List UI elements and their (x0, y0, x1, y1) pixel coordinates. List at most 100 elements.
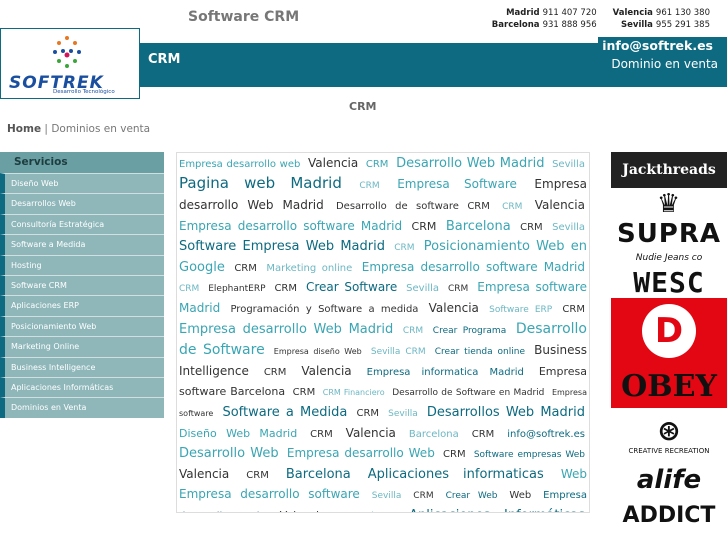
contact-phone: 955 291 385 (655, 20, 710, 30)
sidebar-item-erp[interactable]: Aplicaciones ERP (0, 295, 164, 316)
sidebar-item-desarrollos-web[interactable]: Desarrollos Web (0, 193, 164, 214)
tag-cloud-link[interactable]: CRM (246, 470, 269, 481)
ad-banner[interactable]: OBEY (611, 364, 727, 408)
tag-cloud-link[interactable]: Desarrollo Web Madrid (396, 156, 544, 171)
tag-cloud-link[interactable]: Desarrollo de software CRM (336, 201, 490, 212)
tag-cloud-link[interactable]: CRM (403, 326, 423, 336)
tag-cloud-link[interactable]: CRM (562, 304, 585, 315)
tag-cloud-link[interactable]: Sevilla (552, 159, 585, 170)
tag-cloud-link[interactable]: Desarrollos Web Madrid (427, 405, 585, 420)
domain-sale-link[interactable]: Dominio en venta (611, 57, 718, 71)
sidebar-item-diseno-web[interactable]: Diseño Web (0, 173, 164, 194)
breadcrumb-home[interactable]: Home (7, 123, 41, 135)
sidebar-item-posicionamiento[interactable]: Posicionamiento Web (0, 315, 164, 337)
crown-icon: ♛ (656, 189, 682, 219)
tag-cloud-link[interactable]: Diseño Web Madrid (179, 427, 297, 440)
tag-cloud-link[interactable]: Valencia (346, 426, 396, 440)
tag-cloud-link[interactable]: Barcelona (286, 467, 351, 482)
tag-cloud-link[interactable]: CRM (293, 387, 316, 398)
tag-cloud-link[interactable]: CRM (264, 367, 287, 378)
page: Software CRM Madrid 911 407 720 Valencia… (0, 0, 727, 545)
tag-cloud-link[interactable]: Marketing online (266, 263, 352, 274)
tag-cloud-link[interactable]: Programación y Software a medida (230, 304, 418, 315)
sidebar-item-dominios[interactable]: Dominios en Venta (0, 397, 164, 418)
tag-cloud-link[interactable]: CRM (179, 284, 199, 294)
tag-cloud-link[interactable]: Valencia (535, 198, 585, 212)
sidebar-item-consultoria[interactable]: Consultoría Estratégica (0, 213, 164, 235)
ad-banner[interactable]: ⊛ CREATIVE RECREATION (611, 408, 727, 460)
tag-cloud-link[interactable]: Sevilla (406, 283, 439, 294)
tag-cloud-link[interactable]: Valencia (308, 156, 358, 170)
tag-cloud-link[interactable]: info@softrek.es (507, 429, 585, 440)
tag-cloud-link[interactable]: Crear Software (306, 280, 397, 294)
tag-cloud-link[interactable]: CRM (356, 408, 379, 419)
tag-cloud-link[interactable]: CRM Financiero (323, 388, 385, 397)
ad-banner[interactable]: ADDICT (611, 500, 727, 530)
tag-cloud-link[interactable]: CRM (394, 243, 414, 253)
tag-cloud-link[interactable]: CRM (443, 449, 466, 460)
sidebar-item-software-crm[interactable]: Software CRM (0, 274, 164, 296)
tag-cloud-link[interactable]: Empresa desarrollo software Madrid (179, 219, 402, 233)
ad-banner[interactable]: WESC (611, 266, 727, 298)
ad-banner[interactable]: ♛ SUPRA (611, 188, 727, 250)
tag-cloud-link[interactable]: Software Empresa Web Madrid (179, 239, 385, 254)
tag-cloud-link[interactable]: Sevilla CRM (371, 347, 426, 357)
tag-cloud-link[interactable]: CRM (502, 202, 522, 212)
services-sidebar: Servicios Diseño Web Desarrollos Web Con… (0, 152, 164, 418)
site-logo[interactable]: SOFTREK Desarrollo Tecnológico (0, 28, 140, 99)
tag-cloud-link[interactable]: Empresa diseño Web (274, 347, 362, 356)
tag-cloud-link[interactable]: Software ERP (489, 305, 552, 315)
tag-cloud-link[interactable]: Crear Programa (433, 326, 506, 336)
ad-banner[interactable]: Jackthreads (611, 152, 727, 188)
tag-cloud-link[interactable]: Empresa desarrollo software Madrid (362, 260, 585, 274)
tag-cloud-link[interactable]: Crear tienda online (435, 347, 525, 357)
sidebar-item-software-medida[interactable]: Software a Medida (0, 234, 164, 255)
tag-cloud-link[interactable]: CRM (234, 263, 257, 274)
tag-cloud-link[interactable]: Aplicaciones informaticas (368, 467, 544, 482)
tag-cloud-link[interactable]: Valencia (301, 364, 351, 378)
tag-cloud-link[interactable]: Barcelona (409, 429, 459, 440)
sidebar-item-business-intelligence[interactable]: Business Intelligence (0, 356, 164, 377)
tag-cloud-link[interactable]: Valencia (280, 509, 326, 512)
tag-cloud-link[interactable]: Crear Web (446, 491, 498, 501)
tag-cloud-link[interactable]: CRM (472, 429, 495, 440)
breadcrumb: Home | Dominios en venta (7, 123, 150, 135)
ad-banner[interactable]: D (611, 298, 727, 364)
tag-cloud-link[interactable]: CRM (448, 284, 468, 294)
tag-cloud-link[interactable]: CRM (412, 220, 437, 233)
tag-cloud-link[interactable]: Empresa desarrollo Web Madrid (179, 322, 393, 337)
tag-cloud-link[interactable]: Barcelona (446, 219, 511, 234)
tag-cloud-link[interactable]: Sevilla (372, 491, 402, 501)
tag-cloud-link[interactable]: Pagina web Madrid (179, 174, 342, 192)
sidebar-item-aplicaciones[interactable]: Aplicaciones Informáticas (0, 376, 164, 398)
tag-cloud-link[interactable]: Empresa informatica Madrid (367, 367, 524, 378)
ad-banner[interactable]: alife (611, 460, 727, 500)
tag-cloud-link[interactable]: CRM (274, 283, 297, 294)
tag-cloud-link[interactable]: CRM (366, 159, 389, 170)
tag-cloud-link[interactable]: Desarrollo Web (179, 446, 279, 461)
tag-cloud-link[interactable]: Desarrollo de Software en Madrid (392, 388, 544, 398)
tag-cloud-link[interactable]: ElephantERP (208, 284, 265, 294)
tag-cloud-link[interactable]: Web (509, 490, 531, 501)
ad-label: SUPRA (616, 219, 722, 249)
tag-cloud-link[interactable]: Software empresas Web (474, 450, 585, 460)
tag-cloud-link[interactable]: CRM (520, 222, 543, 233)
tag-cloud-link[interactable]: Valencia (429, 301, 479, 315)
tag-cloud-link[interactable]: Software a Medida (222, 405, 347, 420)
tag-cloud-link[interactable]: CRM (359, 181, 379, 191)
tag-cloud-link[interactable]: Valencia (179, 467, 229, 481)
tag-cloud-link[interactable]: Barcelona (342, 511, 392, 512)
tag-cloud-link[interactable]: CRM (310, 429, 333, 440)
email-link[interactable]: info@softrek.es (598, 37, 717, 54)
tag-cloud-link[interactable]: Aplicaciones Informáticas (409, 508, 585, 512)
ad-banner[interactable]: Nudie Jeans co (611, 250, 727, 266)
contact-city: Madrid (506, 8, 540, 18)
sidebar-item-marketing[interactable]: Marketing Online (0, 336, 164, 357)
tag-cloud-link[interactable]: Empresa desarrollo Web (287, 446, 435, 460)
tag-cloud-link[interactable]: CRM (413, 491, 433, 501)
sidebar-item-hosting[interactable]: Hosting (0, 254, 164, 275)
tag-cloud-link[interactable]: Sevilla (388, 409, 418, 419)
tag-cloud-link[interactable]: Sevilla (552, 222, 585, 233)
tag-cloud-link[interactable]: Empresa Software (397, 177, 517, 191)
tag-cloud-link[interactable]: Empresa desarrollo web (179, 159, 300, 170)
